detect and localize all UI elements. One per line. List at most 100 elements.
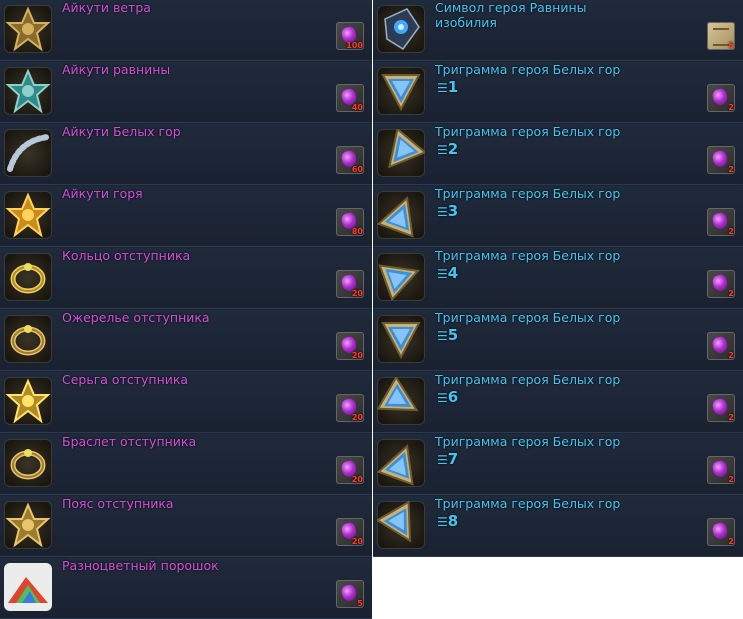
trigram-icon (378, 264, 420, 301)
plains-emblem-icon (4, 67, 52, 115)
item-name: Пояс отступника (62, 496, 174, 511)
left-item-list: Айкути ветра 100 Айкути равнины 40 Айкути … (0, 0, 372, 619)
gem-reward-icon[interactable]: 5 (336, 580, 364, 608)
trigram-bars-icon: ☰ (437, 329, 448, 343)
trigram-number: ☰3 (437, 202, 458, 220)
trigram-bars-icon: ☰ (437, 81, 448, 95)
reward-quantity: 5 (357, 599, 363, 608)
item-name: Кольцо отступника (62, 248, 191, 263)
trigram-icon (377, 191, 425, 239)
item-name: Триграмма героя Белых гор (435, 496, 621, 511)
item-row[interactable]: Ожерелье отступника 20 (0, 310, 372, 371)
white-mountains-emblem-icon (7, 134, 51, 172)
hero-symbol-icon (377, 5, 425, 53)
item-name: Символ героя Равнины изобилия (435, 0, 587, 30)
gem-reward-icon[interactable]: 80 (336, 208, 364, 236)
hero-symbol-icon (384, 8, 420, 51)
gem-reward-icon[interactable]: 2 (707, 394, 735, 422)
trigram-number: ☰7 (437, 450, 458, 468)
right-item-list: Символ героя Равнины изобилия 5 Триграмма… (373, 0, 743, 557)
gem-reward-icon[interactable]: 2 (707, 84, 735, 112)
trigram-bars-icon: ☰ (437, 453, 448, 467)
reward-quantity: 2 (728, 289, 734, 298)
gem-reward-icon[interactable]: 20 (336, 518, 364, 546)
trigram-number: ☰6 (437, 388, 458, 406)
item-row[interactable]: Триграмма героя Белых гор ☰2 2 (373, 124, 743, 185)
gem-reward-icon[interactable]: 20 (336, 332, 364, 360)
item-row[interactable]: Айкути Белых гор 60 (0, 124, 372, 185)
reward-quantity: 20 (351, 537, 363, 546)
scroll-reward-icon[interactable]: 5 (707, 22, 735, 50)
item-name: Ожерелье отступника (62, 310, 210, 325)
gem-reward-icon[interactable]: 100 (336, 22, 364, 50)
item-name: Разноцветный порошок (62, 558, 219, 573)
item-row[interactable]: Разноцветный порошок 5 (0, 558, 372, 619)
item-row[interactable]: Серьга отступника 20 (0, 372, 372, 433)
item-name: Триграмма героя Белых гор (435, 372, 621, 387)
item-row[interactable]: Кольцо отступника 20 (0, 248, 372, 309)
reward-quantity: 5 (728, 41, 734, 50)
item-name: Триграмма героя Белых гор (435, 186, 621, 201)
belt-icon (4, 501, 52, 549)
gem-reward-icon[interactable]: 20 (336, 394, 364, 422)
gem-reward-icon[interactable]: 20 (336, 456, 364, 484)
reward-quantity: 100 (346, 41, 363, 50)
trigram-number-value: 6 (447, 388, 459, 406)
item-name: Триграмма героя Белых гор (435, 62, 621, 77)
trigram-icon (377, 129, 425, 177)
belt-icon (5, 502, 51, 548)
reward-quantity: 2 (728, 227, 734, 236)
trigram-bars-icon: ☰ (437, 205, 448, 219)
trigram-icon (377, 377, 419, 412)
item-name: Айкути равнины (62, 62, 171, 77)
item-row[interactable]: Триграмма героя Белых гор ☰6 2 (373, 372, 743, 433)
item-row[interactable]: Айкути равнины 40 (0, 62, 372, 123)
trigram-icon (377, 377, 425, 425)
reward-quantity: 2 (728, 413, 734, 422)
gem-reward-icon[interactable]: 2 (707, 518, 735, 546)
item-name: Айкути Белых гор (62, 124, 181, 139)
item-row[interactable]: Триграмма героя Белых гор ☰1 2 (373, 62, 743, 123)
trigram-icon (377, 444, 414, 486)
colorful-powder-icon (4, 563, 52, 611)
gem-reward-icon[interactable]: 2 (707, 270, 735, 298)
item-name: Серьга отступника (62, 372, 189, 387)
trigram-number: ☰4 (437, 264, 458, 282)
trigram-number: ☰1 (437, 78, 458, 96)
reward-quantity: 2 (728, 103, 734, 112)
item-row[interactable]: Триграмма героя Белых гор ☰5 2 (373, 310, 743, 371)
item-row[interactable]: Триграмма героя Белых гор ☰4 2 (373, 248, 743, 309)
earring-icon (4, 377, 52, 425)
wind-emblem-icon (4, 5, 52, 53)
reward-quantity: 2 (728, 537, 734, 546)
gem-reward-icon[interactable]: 20 (336, 270, 364, 298)
gem-reward-icon[interactable]: 2 (707, 208, 735, 236)
ring-icon (4, 253, 52, 301)
item-row[interactable]: Символ героя Равнины изобилия 5 (373, 0, 743, 61)
item-name: Айкути горя (62, 186, 143, 201)
trigram-number-value: 5 (447, 326, 459, 344)
trigram-number-value: 7 (447, 450, 459, 468)
item-row[interactable]: Айкути ветра 100 (0, 0, 372, 61)
gem-reward-icon[interactable]: 2 (707, 146, 735, 174)
reward-quantity: 20 (351, 351, 363, 360)
gem-reward-icon[interactable]: 60 (336, 146, 364, 174)
trigram-icon (377, 315, 425, 363)
gem-reward-icon[interactable]: 2 (707, 456, 735, 484)
trigram-icon (377, 501, 425, 549)
plains-emblem-icon (5, 68, 51, 114)
item-row[interactable]: Триграмма героя Белых гор ☰3 2 (373, 186, 743, 247)
trigram-number-value: 2 (447, 140, 459, 158)
ring-icon (10, 263, 46, 294)
trigram-icon (377, 196, 414, 238)
item-row[interactable]: Браслет отступника 20 (0, 434, 372, 495)
gem-reward-icon[interactable]: 40 (336, 84, 364, 112)
item-row[interactable]: Триграмма героя Белых гор ☰8 2 (373, 496, 743, 557)
gem-reward-icon[interactable]: 2 (707, 332, 735, 360)
item-row[interactable]: Пояс отступника 20 (0, 496, 372, 557)
wind-emblem-icon (5, 6, 51, 52)
bracelet-icon (4, 439, 52, 487)
item-row[interactable]: Триграмма героя Белых гор ☰7 2 (373, 434, 743, 495)
necklace-icon (10, 325, 46, 356)
item-row[interactable]: Айкути горя 80 (0, 186, 372, 247)
